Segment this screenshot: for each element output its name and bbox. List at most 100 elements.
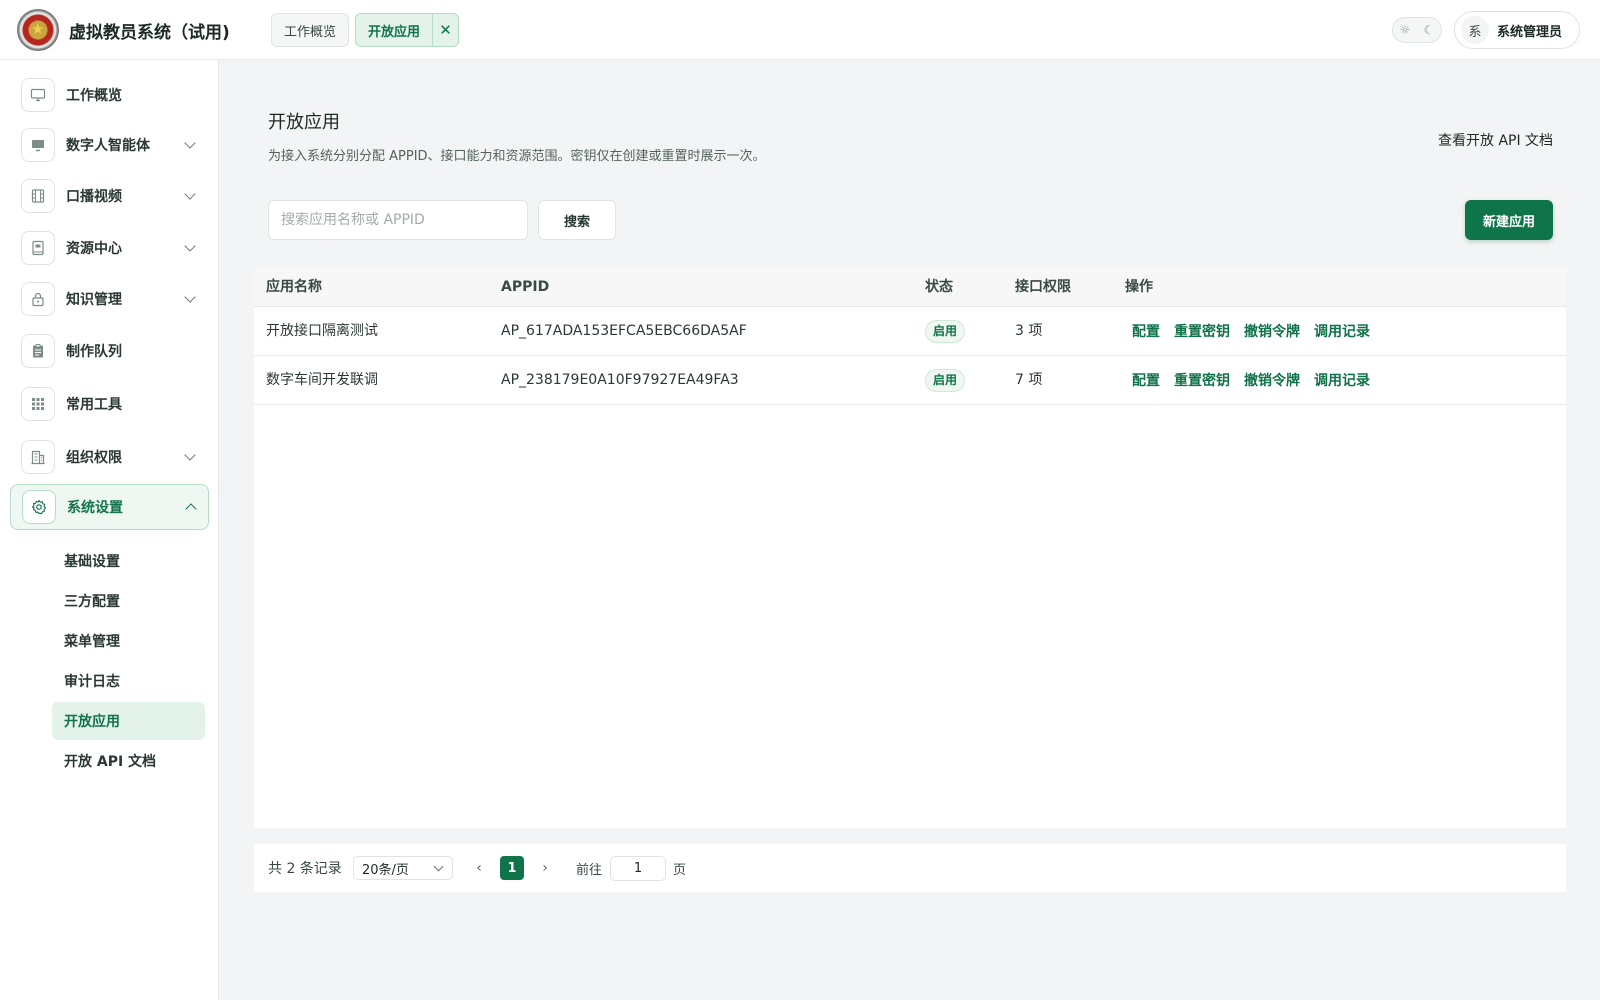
call-log-link[interactable]: 调用记录 — [1314, 321, 1370, 341]
sidebar-item-label: 制作队列 — [66, 344, 122, 360]
sidebar-subitem-menu-management[interactable]: 菜单管理 — [52, 622, 205, 660]
appid-cell: AP_617ADA153EFCA5EBC66DA5AF — [501, 323, 747, 339]
pagination-total: 共 2 条记录 — [268, 861, 342, 877]
revoke-token-link[interactable]: 撤销令牌 — [1244, 370, 1300, 390]
chevron-down-icon — [184, 449, 196, 461]
sidebar-item-org-permissions[interactable]: 组织权限 — [10, 434, 209, 480]
revoke-token-link[interactable]: 撤销令牌 — [1244, 321, 1300, 341]
sidebar-item-label: 系统设置 — [67, 500, 123, 516]
page-description: 为接入系统分别分配 APPID、接口能力和资源范围。密钥仅在创建或重置时展示一次… — [268, 149, 766, 164]
appid-cell: AP_238179E0A10F97927EA49FA3 — [501, 372, 739, 388]
close-icon[interactable]: ✕ — [432, 14, 458, 46]
tab-bar: 工作概览 开放应用 ✕ — [271, 13, 460, 47]
configure-link[interactable]: 配置 — [1132, 370, 1160, 390]
next-page-button[interactable]: › — [533, 856, 557, 880]
goto-page-input[interactable] — [610, 856, 666, 881]
apps-table: 应用名称 APPID 状态 接口权限 操作 开放接口隔离测试 AP_617ADA… — [254, 267, 1566, 828]
sidebar-item-system-settings[interactable]: 系统设置 — [10, 484, 209, 530]
chevron-down-icon — [184, 240, 196, 252]
logo-emblem: ★ — [17, 9, 59, 51]
chevron-down-icon — [184, 137, 196, 149]
status-badge: 启用 — [925, 369, 966, 392]
column-header-actions: 操作 — [1125, 279, 1153, 295]
chevron-down-icon — [184, 291, 196, 303]
sidebar-item-label: 数字人智能体 — [66, 138, 150, 154]
app-title: 虚拟教员系统（试用) — [69, 23, 230, 43]
search-input[interactable] — [268, 200, 528, 240]
column-header-permissions: 接口权限 — [1015, 279, 1071, 295]
row-actions: 配置 重置密钥 撤销令牌 调用记录 — [1132, 307, 1370, 355]
gear-icon — [22, 490, 56, 524]
sidebar-subitem-basic-settings[interactable]: 基础设置 — [52, 542, 205, 580]
app-name-cell: 数字车间开发联调 — [266, 372, 378, 388]
building-icon — [21, 440, 55, 474]
user-name: 系统管理员 — [1497, 24, 1563, 40]
column-header-appid: APPID — [501, 279, 550, 295]
sidebar-item-label: 知识管理 — [66, 292, 122, 308]
lock-icon — [21, 282, 55, 316]
prev-page-button[interactable]: ‹ — [467, 856, 491, 880]
top-header: ★ 虚拟教员系统（试用) 工作概览 开放应用 ✕ ☼ ☾ 系 系统管理员 — [0, 0, 1600, 60]
sidebar-item-label: 资源中心 — [66, 241, 122, 257]
sidebar: 工作概览 数字人智能体 口播视频 资源中心 知识管理 制作队列 常用工具 组织权… — [0, 60, 219, 1000]
book-icon — [21, 231, 55, 265]
film-icon — [21, 179, 55, 213]
column-header-status: 状态 — [925, 279, 953, 295]
reset-secret-link[interactable]: 重置密钥 — [1174, 321, 1230, 341]
new-app-button[interactable]: 新建应用 — [1465, 200, 1553, 240]
permissions-cell: 3 项 — [1015, 323, 1043, 339]
star-icon: ★ — [31, 20, 45, 38]
sidebar-item-video[interactable]: 口播视频 — [10, 173, 209, 219]
sidebar-item-tools[interactable]: 常用工具 — [10, 381, 209, 427]
row-actions: 配置 重置密钥 撤销令牌 调用记录 — [1132, 356, 1370, 404]
avatar: 系 — [1461, 16, 1489, 44]
table-row: 开放接口隔离测试 AP_617ADA153EFCA5EBC66DA5AF 启用 … — [254, 307, 1566, 356]
page-size-value: 20条/页 — [362, 862, 409, 878]
monitor-icon — [21, 78, 55, 112]
reset-secret-link[interactable]: 重置密钥 — [1174, 370, 1230, 390]
call-log-link[interactable]: 调用记录 — [1314, 370, 1370, 390]
configure-link[interactable]: 配置 — [1132, 321, 1160, 341]
sidebar-item-resources[interactable]: 资源中心 — [10, 225, 209, 271]
sidebar-subitem-third-party[interactable]: 三方配置 — [52, 582, 205, 620]
sidebar-item-work-overview[interactable]: 工作概览 — [10, 72, 209, 118]
clipboard-icon — [21, 334, 55, 368]
status-badge: 启用 — [925, 320, 966, 343]
theme-toggle[interactable]: ☼ ☾ — [1392, 17, 1442, 43]
search-button[interactable]: 搜索 — [538, 200, 616, 240]
screen-icon — [21, 128, 55, 162]
page-size-select[interactable]: 20条/页 — [353, 856, 453, 880]
goto-unit: 页 — [673, 862, 687, 878]
chevron-down-icon — [433, 861, 444, 872]
tab-work-overview[interactable]: 工作概览 — [271, 13, 350, 47]
goto-label: 前往 — [576, 862, 603, 878]
sidebar-item-digital-human[interactable]: 数字人智能体 — [10, 122, 209, 168]
user-menu[interactable]: 系 系统管理员 — [1454, 11, 1580, 49]
sun-icon[interactable]: ☼ — [1400, 23, 1411, 37]
moon-icon[interactable]: ☾ — [1424, 23, 1435, 37]
table-row: 数字车间开发联调 AP_238179E0A10F97927EA49FA3 启用 … — [254, 356, 1566, 405]
sidebar-item-label: 工作概览 — [66, 88, 122, 104]
column-header-name: 应用名称 — [266, 279, 322, 295]
tab-label: 开放应用 — [368, 24, 421, 40]
tab-open-apps[interactable]: 开放应用 ✕ — [355, 13, 460, 47]
page-number-current[interactable]: 1 — [500, 856, 524, 880]
sidebar-subitem-open-apps[interactable]: 开放应用 — [52, 702, 205, 740]
permissions-cell: 7 项 — [1015, 372, 1043, 388]
api-doc-link[interactable]: 查看开放 API 文档 — [1438, 130, 1553, 150]
table-header: 应用名称 APPID 状态 接口权限 操作 — [254, 267, 1566, 307]
app-name-cell: 开放接口隔离测试 — [266, 323, 378, 339]
chevron-up-icon — [185, 503, 197, 515]
grid-icon — [21, 387, 55, 421]
chevron-down-icon — [184, 188, 196, 200]
sidebar-subitem-audit-log[interactable]: 审计日志 — [52, 662, 205, 700]
sidebar-item-knowledge[interactable]: 知识管理 — [10, 276, 209, 322]
tab-label: 工作概览 — [284, 24, 337, 40]
page-title: 开放应用 — [268, 112, 340, 133]
sidebar-item-label: 口播视频 — [66, 189, 122, 205]
sidebar-subitem-open-api-docs[interactable]: 开放 API 文档 — [52, 742, 205, 780]
pagination: 共 2 条记录 20条/页 ‹ 1 › 前往 页 — [254, 844, 1566, 892]
sidebar-item-production-queue[interactable]: 制作队列 — [10, 328, 209, 374]
sidebar-item-label: 组织权限 — [66, 450, 122, 466]
sidebar-item-label: 常用工具 — [66, 397, 122, 413]
